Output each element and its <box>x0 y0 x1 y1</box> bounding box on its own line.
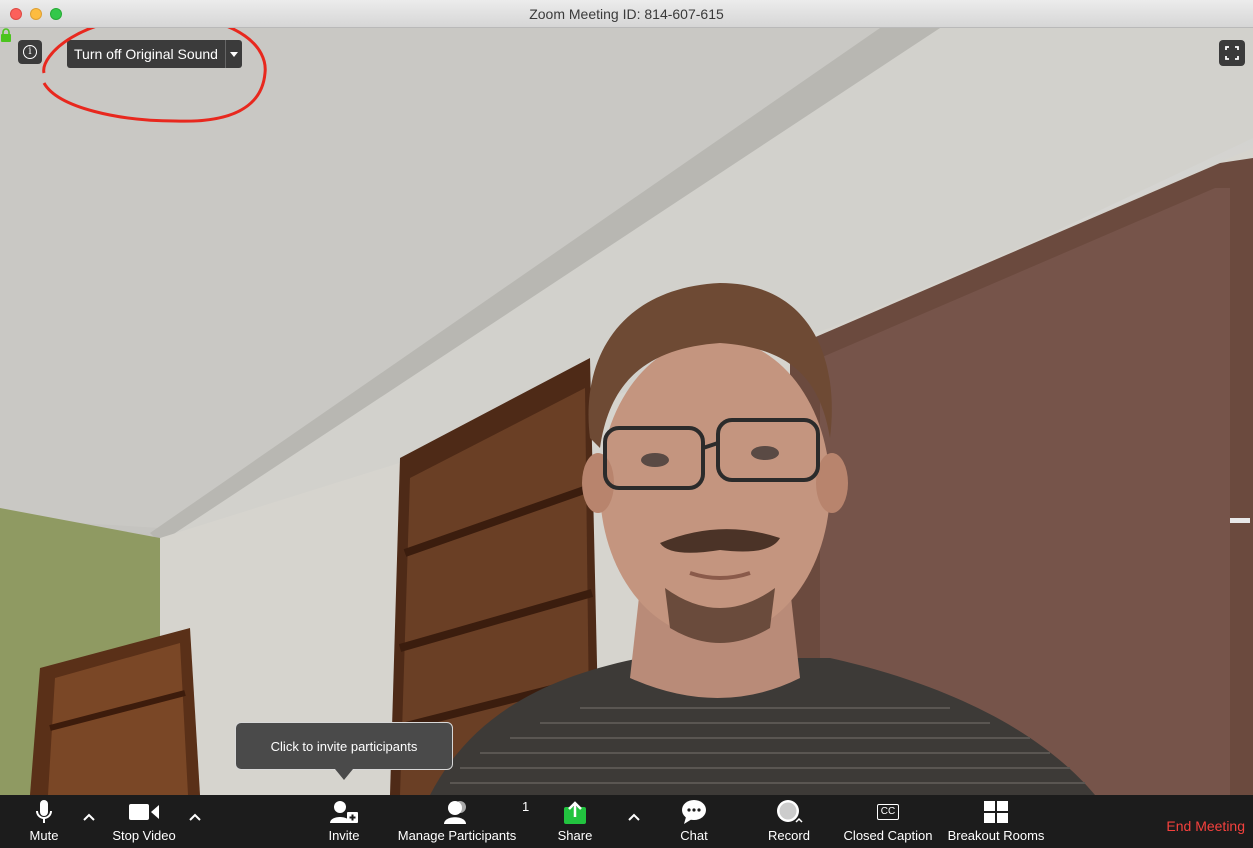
mute-button[interactable]: Mute <box>22 795 66 848</box>
video-options-chevron-icon[interactable] <box>188 810 202 824</box>
meeting-toolbar: Mute Stop Video Invite 1 Manage Particip… <box>0 795 1253 848</box>
chat-button[interactable]: Chat <box>672 795 716 848</box>
chat-bubble-icon <box>682 800 706 824</box>
closed-caption-label: Closed Caption <box>843 828 933 843</box>
original-sound-button[interactable]: Turn off Original Sound <box>67 40 242 68</box>
mute-label: Mute <box>29 828 59 843</box>
add-user-icon <box>330 801 358 823</box>
share-options-chevron-icon[interactable] <box>627 810 641 824</box>
video-scene <box>0 28 1253 795</box>
breakout-rooms-button[interactable]: Breakout Rooms <box>944 795 1048 848</box>
closed-caption-button[interactable]: CC Closed Caption <box>841 795 935 848</box>
chevron-down-icon <box>229 51 238 57</box>
invite-label: Invite <box>328 828 360 843</box>
breakout-rooms-icon <box>984 801 1008 823</box>
end-meeting-button[interactable]: End Meeting <box>1166 818 1245 834</box>
window-title: Zoom Meeting ID: 814-607-615 <box>529 6 724 22</box>
record-icon <box>777 800 803 823</box>
info-icon: i <box>23 45 37 59</box>
breakout-rooms-label: Breakout Rooms <box>947 828 1045 843</box>
video-feed: i Turn off Original Sound <box>0 28 1253 795</box>
title-bar: Zoom Meeting ID: 814-607-615 <box>0 0 1253 28</box>
chat-label: Chat <box>680 828 708 843</box>
stop-video-button[interactable]: Stop Video <box>108 795 180 848</box>
audio-options-chevron-icon[interactable] <box>82 810 96 824</box>
microphone-icon <box>36 800 52 823</box>
participants-icon <box>444 801 466 824</box>
share-label: Share <box>557 828 593 843</box>
tooltip-text: Click to invite participants <box>270 738 418 754</box>
original-sound-label: Turn off Original Sound <box>74 46 218 62</box>
stop-video-label: Stop Video <box>112 828 176 843</box>
invite-tooltip: Click to invite participants <box>235 722 453 780</box>
original-sound-dropdown[interactable] <box>224 40 242 68</box>
manage-participants-label: Manage Participants <box>397 828 517 843</box>
meeting-info-button[interactable]: i <box>18 40 42 64</box>
lock-icon <box>1 28 11 42</box>
video-camera-icon <box>129 804 159 820</box>
record-label: Record <box>768 828 810 843</box>
closed-caption-icon: CC <box>876 804 900 820</box>
share-screen-icon <box>564 801 586 824</box>
participant-count: 1 <box>522 799 530 814</box>
share-button[interactable]: Share <box>553 795 597 848</box>
fullscreen-icon <box>1225 46 1239 60</box>
manage-participants-button[interactable]: 1 Manage Participants <box>395 795 530 848</box>
fullscreen-button[interactable] <box>1219 40 1245 66</box>
invite-button[interactable]: Invite <box>322 795 366 848</box>
record-button[interactable]: Record <box>764 795 814 848</box>
